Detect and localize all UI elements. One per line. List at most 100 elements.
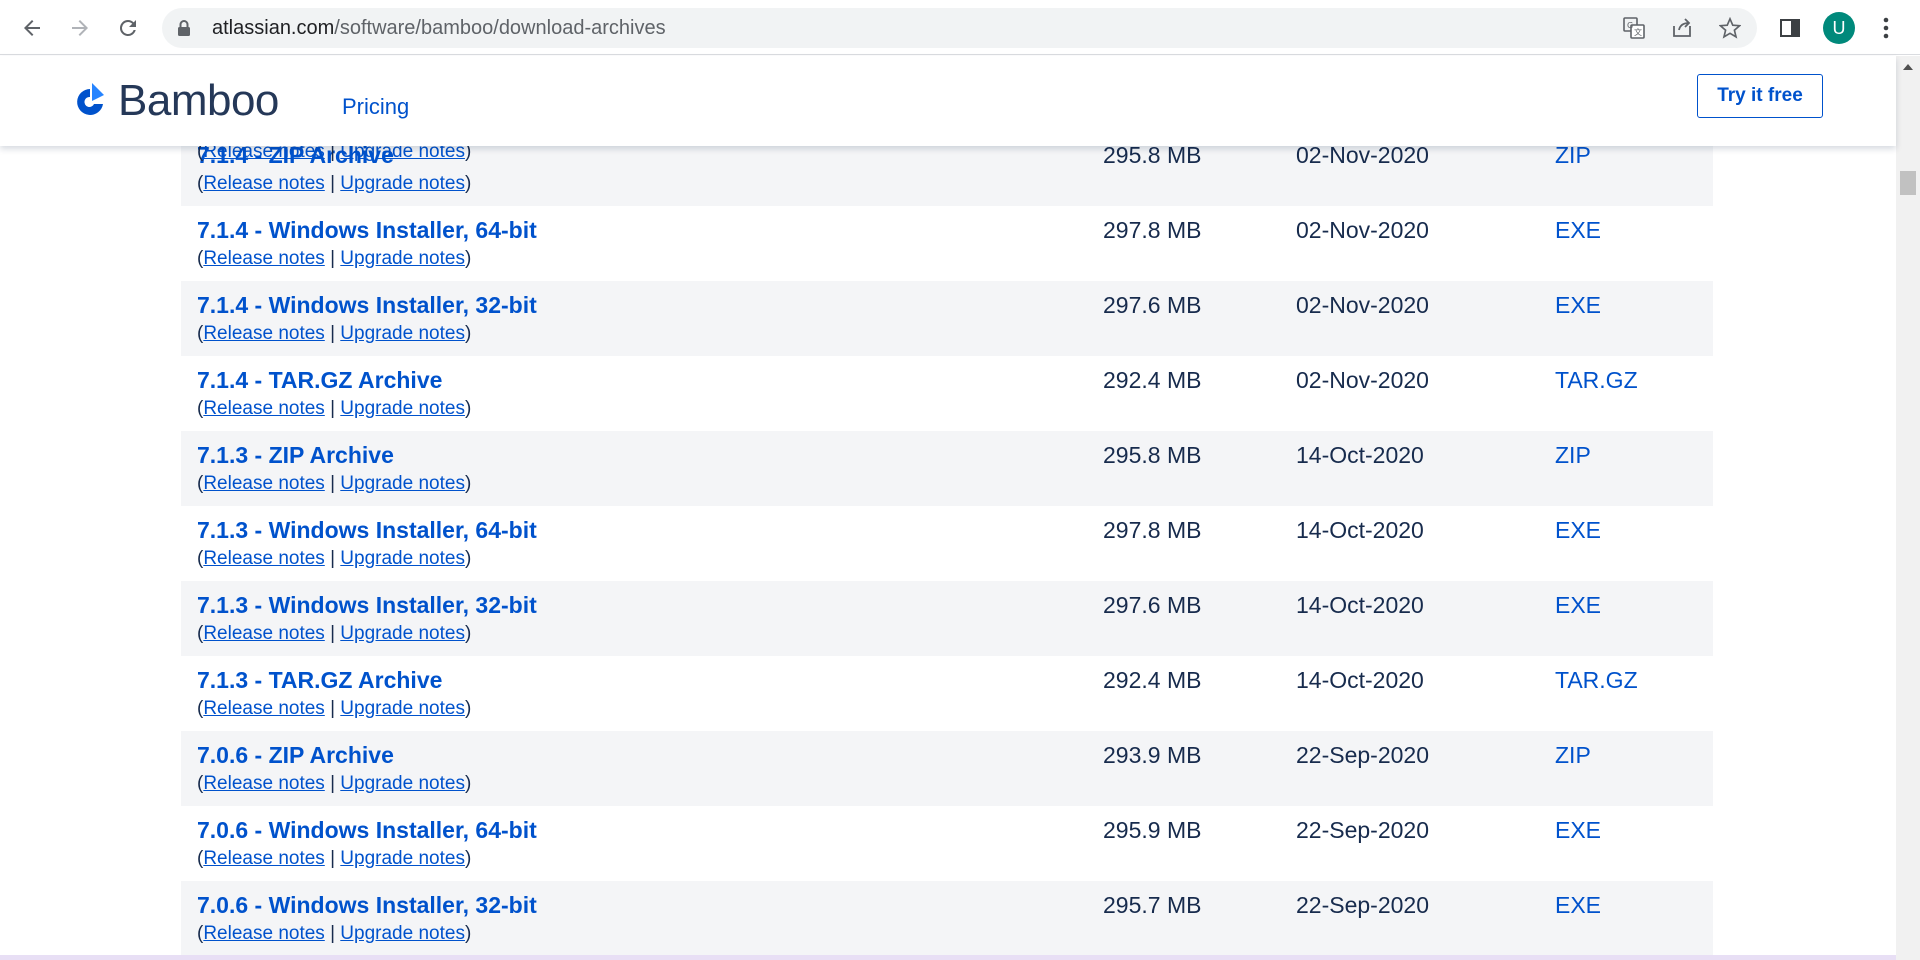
upgrade-notes-link[interactable]: Upgrade notes (340, 773, 465, 794)
browser-menu-button[interactable] (1868, 10, 1904, 46)
upgrade-notes-link[interactable]: Upgrade notes (340, 548, 465, 569)
table-row: 7.1.3 - ZIP Archive (Release notes | Upgr… (181, 431, 1713, 506)
download-title-link[interactable]: 7.0.6 - ZIP Archive (197, 742, 394, 769)
bamboo-logo-icon (77, 83, 104, 115)
side-panel-button[interactable] (1772, 10, 1808, 46)
profile-avatar[interactable]: U (1823, 12, 1855, 44)
release-notes-link[interactable]: Release notes (203, 248, 324, 269)
download-title-link[interactable]: 7.1.3 - TAR.GZ Archive (197, 667, 442, 694)
upgrade-notes-link[interactable]: Upgrade notes (340, 698, 465, 719)
file-size: 297.6 MB (1103, 292, 1202, 318)
file-size: 292.4 MB (1103, 367, 1202, 393)
try-it-free-button[interactable]: Try it free (1697, 74, 1823, 118)
release-notes-link[interactable]: Release notes (203, 323, 324, 344)
downloads-table: 7.1.4 - ZIP Archive (Release notes | Upgr… (181, 131, 1713, 956)
scroll-thumb[interactable] (1900, 171, 1916, 195)
forward-button[interactable] (62, 10, 98, 46)
table-row: 7.1.4 - TAR.GZ Archive (Release notes | U… (181, 356, 1713, 431)
lock-icon (176, 19, 192, 42)
download-title-link[interactable]: 7.1.4 - TAR.GZ Archive (197, 367, 442, 394)
upgrade-notes-link[interactable]: Upgrade notes (340, 173, 465, 194)
upgrade-notes-link[interactable]: Upgrade notes (340, 248, 465, 269)
download-title-link[interactable]: 7.1.4 - Windows Installer, 64-bit (197, 217, 537, 244)
table-row: 7.1.4 - Windows Installer, 32-bit (Releas… (181, 281, 1713, 356)
file-type-link[interactable]: ZIP (1555, 442, 1591, 469)
upgrade-notes-link[interactable]: Upgrade notes (340, 923, 465, 944)
release-date: 02-Nov-2020 (1296, 292, 1429, 318)
file-type-link[interactable]: EXE (1555, 292, 1601, 319)
logo-text: Bamboo (118, 76, 279, 125)
forward-arrow-icon (72, 20, 88, 36)
back-button[interactable] (14, 10, 50, 46)
row-notes: (Release notes | Upgrade notes) (197, 173, 472, 194)
page-scrollbar[interactable] (1896, 56, 1920, 960)
release-date: 14-Oct-2020 (1296, 517, 1424, 543)
url-text: atlassian.com/software/bamboo/download-a… (212, 17, 666, 39)
file-size: 295.7 MB (1103, 892, 1202, 918)
release-notes-link[interactable]: Release notes (203, 473, 324, 494)
release-date: 02-Nov-2020 (1296, 142, 1429, 168)
table-row: 7.1.3 - TAR.GZ Archive (Release notes | U… (181, 656, 1713, 731)
download-title-link[interactable]: 7.1.3 - Windows Installer, 64-bit (197, 517, 537, 544)
file-type-link[interactable]: EXE (1555, 217, 1601, 244)
file-type-link[interactable]: TAR.GZ (1555, 367, 1638, 394)
file-type-link[interactable]: TAR.GZ (1555, 667, 1638, 694)
release-notes-link[interactable]: Release notes (203, 623, 324, 644)
table-row: 7.0.6 - ZIP Archive (Release notes | Upgr… (181, 731, 1713, 806)
download-title-link[interactable]: 7.1.3 - Windows Installer, 32-bit (197, 592, 537, 619)
row-notes: (Release notes | Upgrade notes) (197, 398, 472, 419)
share-icon[interactable] (1670, 16, 1694, 40)
back-arrow-icon (24, 20, 40, 36)
release-notes-link[interactable]: Release notes (203, 698, 324, 719)
row-notes: (Release notes | Upgrade notes) (197, 923, 472, 944)
release-date: 02-Nov-2020 (1296, 367, 1429, 393)
file-size: 295.8 MB (1103, 442, 1202, 468)
release-notes-link[interactable]: Release notes (203, 773, 324, 794)
upgrade-notes-link[interactable]: Upgrade notes (340, 623, 465, 644)
release-notes-link[interactable]: Release notes (203, 398, 324, 419)
release-date: 02-Nov-2020 (1296, 217, 1429, 243)
file-type-link[interactable]: EXE (1555, 817, 1601, 844)
table-row: 7.0.6 - Windows Installer, 32-bit (Releas… (181, 881, 1713, 956)
release-notes-link[interactable]: Release notes (203, 923, 324, 944)
file-type-link[interactable]: EXE (1555, 517, 1601, 544)
scroll-up-arrow-icon[interactable] (1903, 64, 1913, 70)
file-size: 297.6 MB (1103, 592, 1202, 618)
nav-pricing-link[interactable]: Pricing (342, 94, 409, 120)
row-notes: (Release notes | Upgrade notes) (197, 473, 472, 494)
table-row: 7.1.3 - Windows Installer, 32-bit (Releas… (181, 581, 1713, 656)
download-title-link[interactable]: 7.1.3 - ZIP Archive (197, 442, 394, 469)
upgrade-notes-link[interactable]: Upgrade notes (340, 848, 465, 869)
upgrade-notes-link[interactable]: Upgrade notes (340, 323, 465, 344)
release-notes-link[interactable]: Release notes (203, 548, 324, 569)
table-row: 7.1.4 - Windows Installer, 64-bit (Releas… (181, 206, 1713, 281)
bookmark-star-icon[interactable] (1718, 16, 1742, 40)
translate-icon[interactable]: G文 (1622, 16, 1646, 40)
file-size: 293.9 MB (1103, 742, 1202, 768)
upgrade-notes-link[interactable]: Upgrade notes (340, 473, 465, 494)
file-type-link[interactable]: EXE (1555, 592, 1601, 619)
download-title-link[interactable]: 7.1.4 - Windows Installer, 32-bit (197, 292, 537, 319)
release-date: 22-Sep-2020 (1296, 817, 1429, 843)
file-size: 292.4 MB (1103, 667, 1202, 693)
file-size: 295.9 MB (1103, 817, 1202, 843)
file-type-link[interactable]: ZIP (1555, 142, 1591, 169)
release-notes-link[interactable]: Release notes (203, 848, 324, 869)
row-notes: (Release notes | Upgrade notes) (197, 323, 472, 344)
row-notes: (Release notes | Upgrade notes) (197, 698, 472, 719)
reload-button[interactable] (110, 10, 146, 46)
release-date: 22-Sep-2020 (1296, 892, 1429, 918)
row-notes: (Release notes | Upgrade notes) (197, 848, 472, 869)
download-title-link[interactable]: 7.0.6 - Windows Installer, 32-bit (197, 892, 537, 919)
file-type-link[interactable]: EXE (1555, 892, 1601, 919)
reload-icon (119, 19, 136, 36)
release-date: 22-Sep-2020 (1296, 742, 1429, 768)
address-bar[interactable]: atlassian.com/software/bamboo/download-a… (162, 8, 1757, 48)
more-vert-icon (1883, 17, 1889, 39)
bamboo-logo[interactable]: Bamboo (70, 76, 279, 126)
bottom-edge (0, 955, 1896, 960)
release-notes-link[interactable]: Release notes (203, 173, 324, 194)
download-title-link[interactable]: 7.0.6 - Windows Installer, 64-bit (197, 817, 537, 844)
upgrade-notes-link[interactable]: Upgrade notes (340, 398, 465, 419)
file-type-link[interactable]: ZIP (1555, 742, 1591, 769)
